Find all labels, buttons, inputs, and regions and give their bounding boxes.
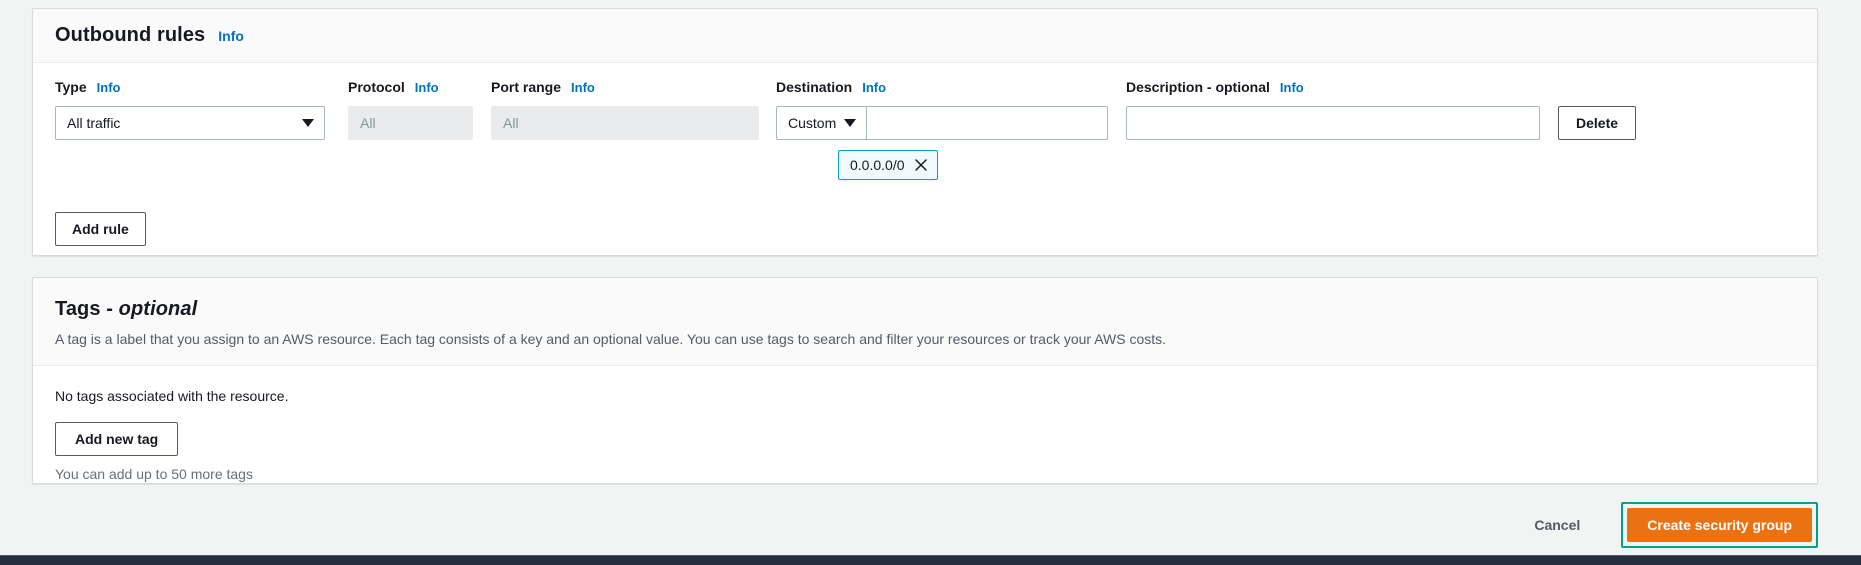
column-header-destination: Destination Info: [776, 79, 886, 106]
grid-spacer-8: [1540, 106, 1558, 180]
destination-token-0.0.0.0/0[interactable]: 0.0.0.0/0: [838, 150, 938, 180]
destination-search-cell: 0.0.0.0/0: [838, 106, 1108, 180]
column-header-type-label: Type: [55, 79, 87, 95]
bottom-bar: [0, 555, 1861, 565]
protocol-info-link[interactable]: Info: [415, 80, 439, 95]
add-new-tag-button[interactable]: Add new tag: [55, 422, 179, 457]
tags-limit-text: You can add up to 50 more tags: [55, 466, 253, 483]
description-input[interactable]: [1126, 106, 1540, 140]
type-info-link[interactable]: Info: [97, 80, 121, 95]
port-range-input-value: All: [503, 115, 519, 131]
destination-token-label: 0.0.0.0/0: [850, 157, 905, 173]
chevron-down-icon: [302, 119, 314, 127]
destination-search-input[interactable]: [871, 114, 1097, 132]
outbound-rules-header: Outbound rules Info: [33, 9, 1817, 63]
column-header-description: Description - optional Info: [1126, 79, 1540, 106]
create-security-group-button[interactable]: Create security group: [1627, 508, 1812, 542]
tags-header: Tags - optional A tag is a label that yo…: [33, 278, 1817, 367]
chevron-down-icon: [844, 119, 857, 127]
column-header-description-label: Description - optional: [1126, 79, 1270, 95]
protocol-field-cell: All: [348, 106, 491, 180]
type-field-cell: All traffic: [55, 106, 348, 180]
destination-search-box[interactable]: [838, 106, 1108, 140]
grid-spacer-3: [1108, 79, 1126, 106]
column-header-type: Type Info: [55, 79, 348, 106]
column-header-port-range: Port range Info: [491, 79, 759, 106]
protocol-input: All: [348, 106, 473, 140]
protocol-input-value: All: [360, 115, 376, 131]
tags-description: A tag is a label that you assign to an A…: [55, 331, 1167, 347]
rules-grid: Type Info Protocol Info Port range Info …: [55, 63, 1795, 180]
tags-title-main: Tags -: [55, 298, 119, 320]
delete-rule-button[interactable]: Delete: [1558, 106, 1637, 140]
description-field-cell: [1126, 106, 1540, 180]
add-rule-button[interactable]: Add rule: [55, 212, 146, 246]
column-header-port-range-label: Port range: [491, 79, 562, 95]
page-title: Outbound rules: [55, 24, 206, 46]
grid-spacer-5: [1558, 79, 1795, 106]
type-select-value: All traffic: [67, 115, 121, 131]
grid-spacer-1: [759, 79, 776, 106]
outbound-rules-info-link[interactable]: Info: [218, 28, 244, 44]
grid-spacer-4: [1540, 79, 1558, 106]
add-rule-row: Add rule: [55, 180, 1795, 246]
tags-title-optional: optional: [118, 298, 198, 320]
grid-spacer-7: [1108, 106, 1126, 180]
destination-type-select[interactable]: Custom: [776, 106, 868, 140]
port-range-field-cell: All: [491, 106, 759, 180]
type-select[interactable]: All traffic: [55, 106, 325, 140]
column-header-protocol: Protocol Info: [348, 79, 491, 106]
create-security-group-page: Outbound rules Info Type Info Protocol I…: [0, 0, 1861, 565]
description-info-link[interactable]: Info: [1280, 80, 1304, 95]
delete-cell: Delete: [1558, 106, 1795, 180]
cancel-button[interactable]: Cancel: [1513, 508, 1601, 542]
tags-panel: Tags - optional A tag is a label that yo…: [32, 277, 1818, 484]
port-range-info-link[interactable]: Info: [571, 80, 595, 95]
outbound-rules-body: Type Info Protocol Info Port range Info …: [33, 63, 1817, 246]
column-header-protocol-label: Protocol: [348, 79, 405, 95]
grid-spacer-6: [759, 106, 776, 180]
tags-title: Tags - optional: [55, 298, 1795, 321]
tags-empty-message: No tags associated with the resource.: [55, 388, 289, 405]
destination-type-value: Custom: [788, 115, 837, 131]
port-range-input: All: [491, 106, 759, 140]
outbound-rules-panel: Outbound rules Info Type Info Protocol I…: [32, 8, 1818, 256]
tags-body: No tags associated with the resource. Ad…: [33, 366, 1817, 482]
grid-spacer-2: [838, 79, 1108, 106]
destination-type-cell: Custom: [776, 106, 868, 180]
form-footer: Cancel Create security group: [0, 495, 1861, 555]
create-security-group-focus-ring: Create security group: [1621, 502, 1818, 548]
close-icon[interactable]: [914, 158, 928, 172]
